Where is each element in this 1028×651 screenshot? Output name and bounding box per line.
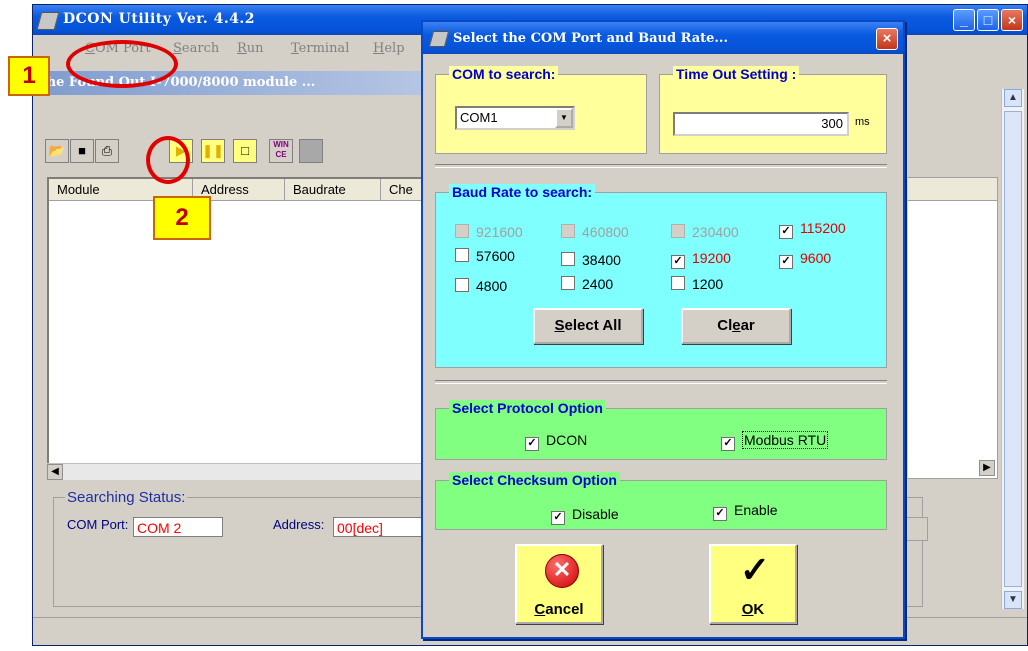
- timeout-input[interactable]: 300: [673, 112, 849, 136]
- column-baudrate[interactable]: Baudrate: [285, 179, 381, 201]
- cancel-x-icon: ✕: [545, 554, 579, 588]
- checkmark-icon: ✓: [713, 507, 727, 521]
- menu-terminal[interactable]: Terminal: [291, 41, 349, 56]
- checkmark-icon: ✓: [779, 255, 793, 269]
- horizontal-scrollbar[interactable]: ◀: [47, 463, 443, 480]
- searching-status-title: Searching Status:: [65, 489, 188, 506]
- com-to-search-title: COM to search:: [449, 66, 559, 82]
- baud-57600-checkbox[interactable]: 57600: [455, 248, 515, 264]
- step-2-label: 2: [153, 196, 211, 240]
- baud-9600-checkbox[interactable]: ✓ 9600: [779, 250, 831, 269]
- save-icon[interactable]: ■: [70, 139, 94, 163]
- dialog-title: Select the COM Port and Baud Rate...: [453, 31, 728, 46]
- dialog-titlebar[interactable]: Select the COM Port and Baud Rate... ×: [423, 22, 903, 54]
- vertical-scrollbar[interactable]: ▲ ▼: [1001, 89, 1024, 609]
- menu-search[interactable]: Search: [173, 41, 219, 56]
- app-icon: [36, 12, 60, 30]
- checksum-enable-checkbox[interactable]: ✓ Enable: [713, 502, 778, 521]
- menu-run[interactable]: Run: [237, 41, 264, 56]
- timeout-unit: ms: [855, 116, 870, 128]
- checkbox-box: [455, 278, 469, 292]
- status-field-right: [903, 517, 928, 541]
- address-label: Address:: [273, 517, 325, 532]
- cancel-button[interactable]: ✕ Cancel: [515, 544, 603, 624]
- protocol-title: Select Protocol Option: [449, 400, 606, 416]
- baud-921600-checkbox[interactable]: 921600: [455, 224, 523, 240]
- baud-115200-checkbox[interactable]: ✓ 115200: [779, 220, 846, 239]
- com-port-label: COM Port:: [67, 517, 129, 532]
- checkmark-icon: ✓: [721, 437, 735, 451]
- checkbox-box: [671, 276, 685, 290]
- stop-button[interactable]: □: [233, 139, 257, 163]
- baud-230400-checkbox[interactable]: 230400: [671, 224, 739, 240]
- maximize-button[interactable]: □: [977, 9, 999, 31]
- baud-2400-checkbox[interactable]: 2400: [561, 276, 613, 292]
- scroll-right-icon[interactable]: ▶: [979, 460, 995, 476]
- separator-1: [435, 164, 887, 168]
- disabled-tool-button: [299, 139, 323, 163]
- minimize-button[interactable]: _: [953, 9, 975, 31]
- right-column-header: [908, 178, 997, 201]
- scroll-down-icon[interactable]: ▼: [1004, 591, 1022, 609]
- timeout-title: Time Out Setting :: [673, 66, 800, 82]
- com-select[interactable]: COM1 ▼: [455, 106, 575, 130]
- protocol-dcon-checkbox[interactable]: ✓ DCON: [525, 432, 587, 451]
- checkbox-box: [455, 248, 469, 262]
- select-all-button[interactable]: Select All: [533, 308, 643, 344]
- pause-button[interactable]: ❚❚: [201, 139, 225, 163]
- address-value: 00[dec]: [333, 517, 423, 537]
- separator-2: [435, 380, 887, 384]
- checkmark-icon: ✓: [739, 549, 771, 590]
- step-1-label: 1: [8, 56, 50, 96]
- scroll-left-icon[interactable]: ◀: [47, 464, 63, 480]
- checkbox-box: [561, 252, 575, 266]
- checksum-disable-checkbox[interactable]: ✓ Disable: [551, 506, 619, 525]
- chevron-down-icon[interactable]: ▼: [555, 108, 573, 128]
- com-select-value: COM1: [460, 110, 498, 125]
- com-port-value: COM 2: [133, 517, 223, 537]
- step-1-highlight: [66, 40, 178, 88]
- baud-38400-checkbox[interactable]: 38400: [561, 252, 621, 268]
- dialog-close-button[interactable]: ×: [876, 28, 898, 50]
- checkbox-box: [561, 276, 575, 290]
- baud-4800-checkbox[interactable]: 4800: [455, 278, 507, 294]
- scroll-up-icon[interactable]: ▲: [1004, 89, 1022, 107]
- checksum-title: Select Checksum Option: [449, 472, 620, 488]
- checkbox-box: [561, 224, 575, 238]
- checkbox-box: [671, 224, 685, 238]
- checkmark-icon: ✓: [671, 255, 685, 269]
- checkbox-box: [455, 224, 469, 238]
- wince-icon[interactable]: WIN CE: [269, 139, 293, 163]
- module-list[interactable]: Module Address Baudrate Che: [47, 177, 443, 479]
- baud-460800-checkbox[interactable]: 460800: [561, 224, 629, 240]
- menu-help[interactable]: Help: [373, 41, 405, 56]
- baud-1200-checkbox[interactable]: 1200: [671, 276, 723, 292]
- checkmark-icon: ✓: [525, 437, 539, 451]
- protocol-modbus-checkbox[interactable]: ✓ Modbus RTU: [721, 431, 829, 451]
- baud-19200-checkbox[interactable]: ✓ 19200: [671, 250, 731, 269]
- clear-button[interactable]: Clear: [681, 308, 791, 344]
- ok-button[interactable]: ✓ OK: [709, 544, 797, 624]
- step-2-highlight: [146, 136, 190, 184]
- module-list-right-part: ▶: [908, 177, 998, 479]
- ok-label: OK: [741, 601, 765, 618]
- select-com-dialog: Select the COM Port and Baud Rate... × C…: [421, 20, 905, 639]
- checkmark-icon: ✓: [551, 511, 565, 525]
- main-title: DCON Utility Ver. 4.4.2: [63, 11, 256, 27]
- scroll-thumb[interactable]: [1004, 111, 1022, 587]
- checkmark-icon: ✓: [779, 225, 793, 239]
- baud-rate-title: Baud Rate to search:: [449, 184, 596, 200]
- print-icon[interactable]: ⎙: [95, 139, 119, 163]
- cancel-label: Cancel: [534, 601, 584, 618]
- open-folder-icon[interactable]: 📂: [45, 139, 69, 163]
- close-button[interactable]: ×: [1001, 9, 1023, 31]
- dialog-app-icon: [428, 31, 450, 47]
